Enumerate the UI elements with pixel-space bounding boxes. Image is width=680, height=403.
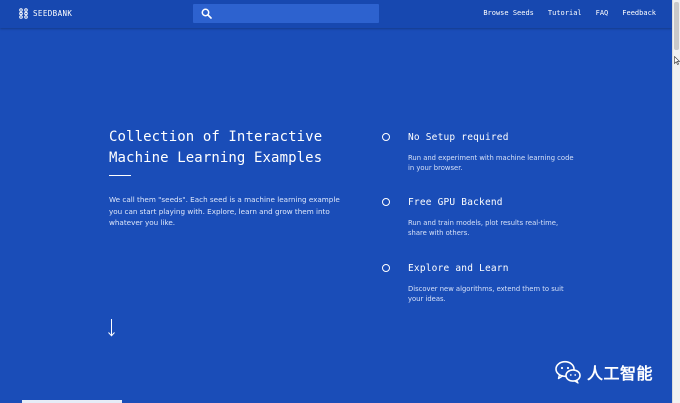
circle-outline-icon	[382, 133, 390, 141]
circle-outline-icon	[382, 198, 390, 206]
scrollbar-thumb[interactable]	[674, 2, 679, 50]
feature-description: Discover new algorithms, extend them to …	[408, 285, 564, 303]
feature-title: Explore and Learn	[408, 263, 509, 274]
search-icon	[201, 8, 212, 19]
nav-link-feedback[interactable]: Feedback	[622, 9, 656, 17]
page: SEEDBANK Browse Seeds Tutorial FAQ Feedb…	[0, 0, 672, 403]
arrow-down-icon[interactable]	[107, 319, 116, 337]
hero-title-line: Machine Learning Examples	[109, 150, 323, 166]
feature-description: Run and train models, plot results real-…	[408, 219, 559, 237]
logo-text: SEEDBANK	[33, 9, 73, 18]
feature-title: Free GPU Backend	[408, 197, 503, 208]
feature-description: Run and experiment with machine learning…	[408, 154, 574, 172]
hero-title-line: Collection of Interactive	[109, 129, 323, 145]
search-input[interactable]	[217, 6, 373, 21]
navbar: SEEDBANK Browse Seeds Tutorial FAQ Feedb…	[0, 0, 672, 28]
wechat-icon	[555, 360, 581, 384]
watermark: 人工智能	[555, 360, 653, 384]
search-bar[interactable]	[193, 4, 379, 23]
nav-link-tutorial[interactable]: Tutorial	[548, 9, 582, 17]
seedbank-logo-icon	[19, 8, 28, 19]
hero-description: We call them "seeds". Each seed is a mac…	[109, 195, 340, 228]
hero-underline	[109, 175, 131, 176]
logo-link[interactable]: SEEDBANK	[19, 8, 72, 19]
nav-links: Browse Seeds Tutorial FAQ Feedback	[483, 9, 656, 17]
mouse-cursor-icon	[674, 56, 680, 65]
feature-title: No Setup required	[408, 132, 509, 143]
circle-outline-icon	[382, 264, 390, 272]
watermark-text: 人工智能	[587, 364, 654, 383]
hero-title: Collection of Interactive Machine Learni…	[109, 127, 359, 169]
nav-link-browse-seeds[interactable]: Browse Seeds	[483, 9, 534, 17]
nav-link-faq[interactable]: FAQ	[596, 9, 609, 17]
